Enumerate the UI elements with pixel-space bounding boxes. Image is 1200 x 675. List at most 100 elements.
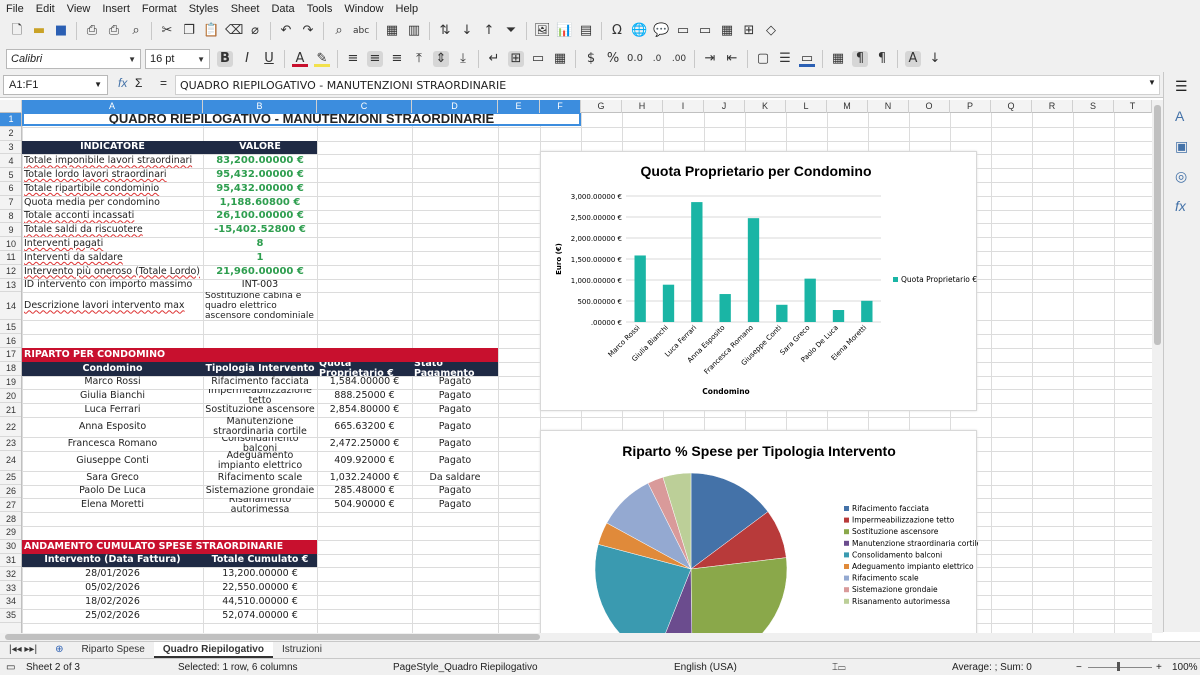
riparto-cell[interactable]: Pagato xyxy=(412,376,498,390)
formula-equals-icon[interactable]: = xyxy=(160,76,167,90)
bar-chart[interactable]: Quota Proprietario per Condomino .00000 €… xyxy=(540,151,977,411)
riparto-column-header[interactable]: Tipologia Intervento xyxy=(203,361,317,376)
gallery-icon[interactable]: ▣ xyxy=(1175,138,1188,155)
indicator-value[interactable]: Sostituzione cabina e quadro elettrico a… xyxy=(203,292,317,320)
comment-icon[interactable]: 💬 xyxy=(653,23,669,39)
print-icon[interactable]: ⎙ xyxy=(106,23,122,39)
row-header-3[interactable]: 3 xyxy=(0,141,21,155)
align-top-icon[interactable]: ⤒ xyxy=(411,51,427,67)
navigator-icon[interactable]: ◎ xyxy=(1175,168,1187,185)
show-draw-functions-icon[interactable]: ◇ xyxy=(763,23,779,39)
indicator-value[interactable]: 95,432.00000 € xyxy=(203,182,317,196)
row-header-5[interactable]: 5 xyxy=(0,168,21,182)
expand-formula-icon[interactable]: ▼ xyxy=(1148,78,1156,87)
sum-icon[interactable]: Σ xyxy=(135,76,142,90)
riparto-cell[interactable]: Luca Ferrari xyxy=(22,403,203,417)
riparto-cell[interactable]: Pagato xyxy=(412,389,498,403)
menu-item-tools[interactable]: Tools xyxy=(307,3,333,15)
chevron-down-icon[interactable]: ▼ xyxy=(197,55,205,64)
underline-icon[interactable]: U xyxy=(261,51,277,67)
cumulato-cell[interactable]: 44,510.00000 € xyxy=(203,595,317,609)
riparto-section-title[interactable]: RIPARTO PER CONDOMINO xyxy=(22,348,498,362)
zoom-slider[interactable] xyxy=(1088,667,1152,668)
riparto-cell[interactable]: Pagato xyxy=(412,437,498,451)
cumulato-section-title[interactable]: ANDAMENTO CUMULATO SPESE STRAORDINARIE xyxy=(22,539,317,554)
insert-chart-icon[interactable]: 📊 xyxy=(556,23,572,39)
menu-item-view[interactable]: View xyxy=(67,3,91,15)
riparto-cell[interactable]: Impermeabilizzazione tetto xyxy=(203,389,317,403)
column-header-R[interactable]: R xyxy=(1032,100,1073,113)
add-sheet-icon[interactable]: ⊕ xyxy=(46,642,72,658)
menu-icon[interactable]: ☰ xyxy=(1175,78,1188,95)
column-header-K[interactable]: K xyxy=(745,100,786,113)
riparto-cell[interactable]: 888.25000 € xyxy=(317,389,412,403)
language-status[interactable]: English (USA) xyxy=(674,662,737,673)
currency-format-icon[interactable]: $ xyxy=(583,51,599,67)
row-header-8[interactable]: 8 xyxy=(0,210,21,224)
menu-item-edit[interactable]: Edit xyxy=(36,3,55,15)
sheet-tab[interactable]: Riparto Spese xyxy=(72,642,153,658)
riparto-cell[interactable]: Pagato xyxy=(412,417,498,437)
percent-format-icon[interactable]: % xyxy=(605,51,621,67)
print-preview-icon[interactable]: ⌕ xyxy=(128,23,144,39)
indicator-value[interactable]: 21,960.00000 € xyxy=(203,265,317,279)
bold-icon[interactable]: B xyxy=(217,50,233,67)
horizontal-scrollbar[interactable] xyxy=(0,633,1152,641)
open-folder-icon[interactable]: ▬ xyxy=(31,23,47,39)
redo-icon[interactable]: ↷ xyxy=(300,23,316,39)
align-right-icon[interactable]: ≡ xyxy=(389,51,405,67)
scroll-thumb[interactable] xyxy=(1154,105,1161,345)
cumulato-cell[interactable]: 13,200.00000 € xyxy=(203,567,317,581)
riparto-cell[interactable]: Consolidamento balconi xyxy=(203,437,317,451)
row-header-1[interactable]: 1 xyxy=(0,113,21,127)
save-icon[interactable]: ■ xyxy=(53,23,69,39)
borders-icon[interactable]: ▢ xyxy=(755,51,771,67)
column-header-T[interactable]: T xyxy=(1114,100,1152,113)
row-header-34[interactable]: 34 xyxy=(0,595,21,609)
riparto-cell[interactable]: Manutenzione straordinaria cortile xyxy=(203,417,317,437)
column-header-Q[interactable]: Q xyxy=(991,100,1032,113)
cumulato-cell[interactable]: 28/01/2026 xyxy=(22,567,203,581)
column-header-L[interactable]: L xyxy=(786,100,827,113)
align-left-icon[interactable]: ≡ xyxy=(345,51,361,67)
column-header-H[interactable]: H xyxy=(622,100,663,113)
menu-item-window[interactable]: Window xyxy=(344,3,383,15)
sort-descending-icon[interactable]: ↑ xyxy=(481,23,497,39)
column-icon[interactable]: ▥ xyxy=(406,23,422,39)
pie-chart[interactable]: Riparto % Spese per Tipologia Intervento… xyxy=(540,430,982,633)
row-header-9[interactable]: 9 xyxy=(0,223,21,238)
row-header-11[interactable]: 11 xyxy=(0,251,21,265)
riparto-cell[interactable]: Sostituzione ascensore xyxy=(203,403,317,417)
delete-decimal-icon[interactable]: .00 xyxy=(671,51,687,67)
cumulato-column-header[interactable]: Intervento (Data Fattura) xyxy=(22,553,203,568)
row-header-20[interactable]: 20 xyxy=(0,389,21,404)
riparto-cell[interactable]: Francesca Romano xyxy=(22,437,203,451)
copy-icon[interactable]: ❐ xyxy=(181,23,197,39)
undo-icon[interactable]: ↶ xyxy=(278,23,294,39)
indicator-label[interactable]: Totale lordo lavori straordinari xyxy=(22,168,203,182)
zoom-slider-thumb[interactable] xyxy=(1117,662,1120,671)
insert-image-icon[interactable]: 🖼 xyxy=(534,23,551,39)
indicator-label[interactable]: Totale imponibile lavori straordinari xyxy=(22,154,203,168)
border-style-icon[interactable]: ☰ xyxy=(777,51,793,67)
menu-item-styles[interactable]: Styles xyxy=(189,3,219,15)
row-icon[interactable]: ▦ xyxy=(384,23,400,39)
row-header-24[interactable]: 24 xyxy=(0,451,21,471)
riparto-column-header[interactable]: Quota Proprietario € xyxy=(317,361,412,376)
formula-input[interactable]: QUADRO RIEPILOGATIVO - MANUTENZIONI STRA… xyxy=(175,75,1160,95)
riparto-cell[interactable]: 2,854.80000 € xyxy=(317,403,412,417)
italic-icon[interactable]: I xyxy=(239,51,255,67)
align-center-icon[interactable]: ≡ xyxy=(367,50,383,67)
row-header-15[interactable]: 15 xyxy=(0,320,21,335)
row-header-23[interactable]: 23 xyxy=(0,437,21,451)
menu-item-format[interactable]: Format xyxy=(142,3,177,15)
functions-icon[interactable]: fx xyxy=(1175,198,1186,214)
row-header-4[interactable]: 4 xyxy=(0,154,21,169)
row-header-31[interactable]: 31 xyxy=(0,554,21,568)
add-decimal-icon[interactable]: .0 xyxy=(649,51,665,67)
column-header-F[interactable]: F xyxy=(540,100,581,113)
right-to-left-icon[interactable]: ¶ xyxy=(874,51,890,67)
column-header-D[interactable]: D xyxy=(412,100,498,113)
column-header-J[interactable]: J xyxy=(704,100,745,113)
hyperlink-icon[interactable]: 🌐 xyxy=(631,23,647,39)
